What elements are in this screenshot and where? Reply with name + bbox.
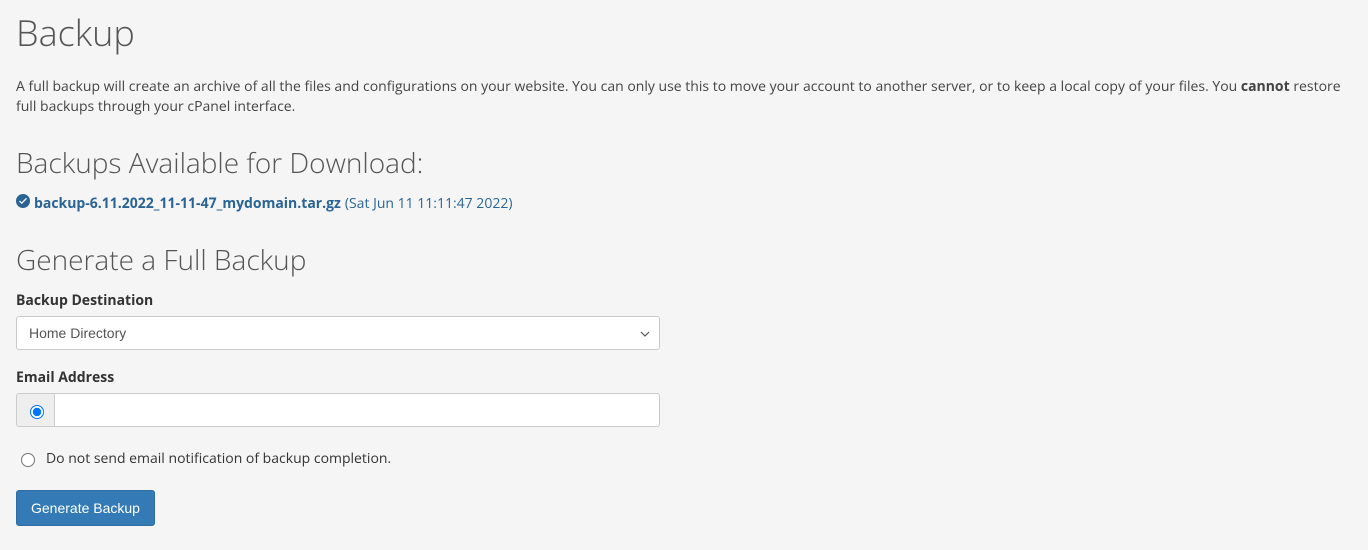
page-description: A full backup will create an archive of …: [16, 77, 1352, 116]
check-circle-icon: [16, 194, 30, 213]
backup-destination-select[interactable]: Home Directory: [16, 316, 660, 350]
email-label: Email Address: [16, 368, 660, 387]
backup-list-item: backup-6.11.2022_11-11-47_mydomain.tar.g…: [16, 194, 1352, 213]
backup-download-link[interactable]: backup-6.11.2022_11-11-47_mydomain.tar.g…: [34, 194, 341, 213]
desc-text-pre: A full backup will create an archive of …: [16, 77, 1241, 96]
available-heading: Backups Available for Download:: [16, 144, 1352, 182]
email-field[interactable]: [54, 393, 660, 427]
page-title: Backup: [16, 8, 1352, 57]
no-email-radio[interactable]: [21, 453, 35, 467]
backup-date-label: (Sat Jun 11 11:11:47 2022): [345, 194, 513, 213]
send-email-radio[interactable]: [30, 405, 44, 419]
no-email-label: Do not send email notification of backup…: [46, 449, 391, 468]
generate-heading: Generate a Full Backup: [16, 241, 1352, 279]
email-radio-prefix[interactable]: [16, 393, 54, 427]
desc-text-strong: cannot: [1241, 77, 1290, 96]
dest-label: Backup Destination: [16, 291, 660, 310]
generate-backup-button[interactable]: Generate Backup: [16, 490, 155, 526]
